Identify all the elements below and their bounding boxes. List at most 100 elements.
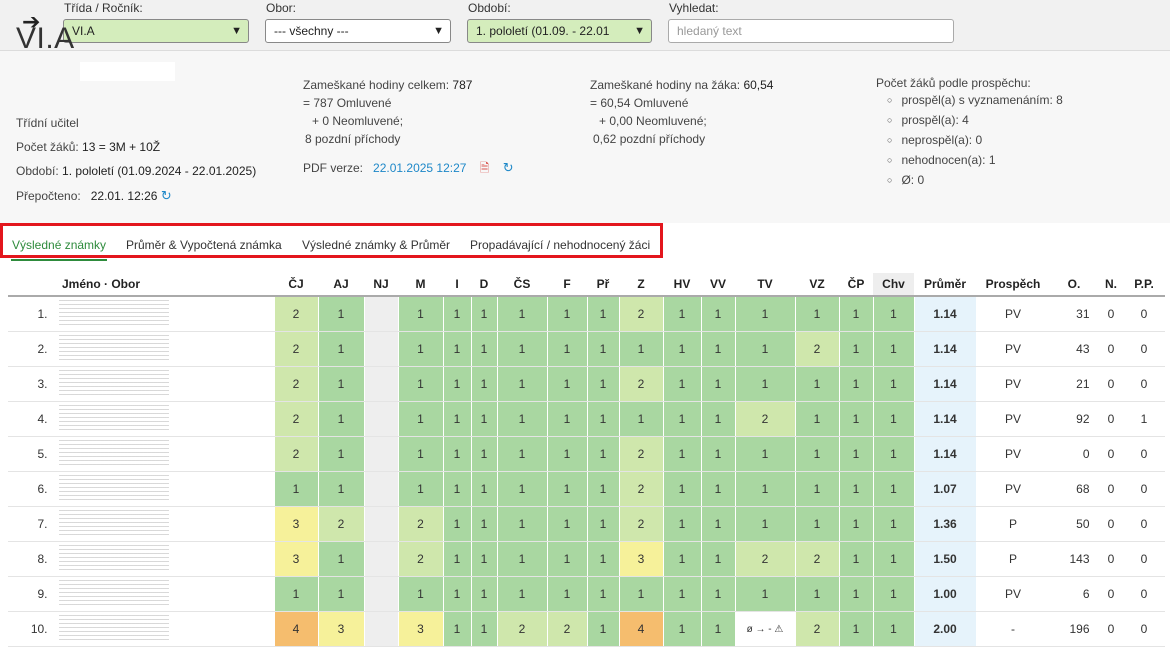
average-cell: 1.36 [914,506,977,542]
col-header-name[interactable]: Jméno · Obor [56,273,274,297]
table-row[interactable]: 4. 2 1 1 1 1 1 1 1 1 1 1 2 1 1 1 1.14 PV 92 0 1 [8,401,1165,437]
average-cell: 1.14 [914,331,977,367]
col-header-extra[interactable]: O. [1050,273,1098,297]
grade-cell: 1 [873,331,915,367]
col-header-subject[interactable]: Př [587,273,619,297]
col-header-extra[interactable]: Prospěch [976,273,1050,297]
grade-cell: 1 [547,471,588,507]
grade-cell: 1 [795,436,840,472]
grade-cell: 2 [795,611,840,647]
excused-hours-cell: 196 [1050,611,1099,647]
student-name-redacted [56,576,275,612]
period-select[interactable]: 1. pololetí (01.09. - 22.01 ▼ [467,19,652,43]
unexcused-hours-cell: 0 [1098,401,1125,437]
field-select[interactable]: --- všechny --- ▼ [265,19,451,43]
table-row[interactable]: 5. 2 1 1 1 1 1 1 1 2 1 1 1 1 1 1 1.14 PV 0 0 0 [8,436,1165,472]
table-row[interactable]: 10. 4 3 3 1 1 2 2 1 4 1 1 ø → - ⚠ 2 1 1 2.00-196 0 0 [8,611,1165,647]
grade-cell: 1 [873,576,915,612]
col-header-subject[interactable]: AJ [318,273,364,297]
grade-cell: 1 [398,401,444,437]
col-header-subject[interactable]: M [398,273,443,297]
late-arrivals-cell: 0 [1124,471,1165,507]
refresh-icon[interactable]: ↻ [161,188,172,203]
pdf-file-icon[interactable]: 🗎 [480,161,490,175]
late-arrivals-cell: 0 [1124,611,1165,647]
grade-cell: 3 [619,541,664,577]
col-header-subject[interactable]: Z [619,273,663,297]
grade-cell: 1 [398,296,444,332]
col-header-extra[interactable]: P.P. [1124,273,1164,297]
col-header-extra[interactable]: N. [1098,273,1124,297]
grade-cell: 1 [443,401,472,437]
table-row[interactable]: 8. 3 1 2 1 1 1 1 1 3 1 1 2 2 1 1 1.50 P 143 0 0 [8,541,1165,577]
grade-cell: 1 [839,436,874,472]
grade-cell: 2 [318,506,365,542]
grade-cell: 1 [701,331,736,367]
grade-cell: 1 [795,506,840,542]
col-header-subject[interactable]: HV [663,273,701,297]
col-header-subject[interactable]: I [443,273,471,297]
absence-per-student: Zameškané hodiny na žáka: 60,54 [590,78,774,92]
absence-total-late: 8 pozdní příchody [305,132,401,146]
table-row[interactable]: 6. 1 1 1 1 1 1 1 1 2 1 1 1 1 1 1 1.07 PV 68 0 0 [8,471,1165,507]
grade-cell: 1 [443,366,472,402]
table-row[interactable]: 3. 2 1 1 1 1 1 1 1 2 1 1 1 1 1 1 1.14 PV 21 0 0 [8,366,1165,402]
period-info: Období: 1. pololetí (01.09.2024 - 22.01.… [16,164,257,178]
table-row[interactable]: 9. 1 1 1 1 1 1 1 1 1 1 1 1 1 1 1 1.00 PV 6 0 0 [8,576,1165,612]
col-header-subject[interactable]: Chv [873,273,914,297]
table-header-row: Jméno · Obor ČJ AJ NJ M I D ČS F Př Z HV VV TV VZ ČP Ch… [8,273,1164,297]
grade-cell: 1 [735,471,796,507]
grade-cell: 1 [318,296,365,332]
grade-cell: 1 [443,471,472,507]
refresh-icon[interactable]: ↻ [503,160,514,175]
tab-final-grades[interactable]: Výsledné známky [12,238,106,252]
grade-cell: 1 [663,471,702,507]
table-row[interactable]: 1. 2 1 1 1 1 1 1 1 2 1 1 1 1 1 1 1.14 PV 31 0 0 [8,296,1165,332]
result-item: prospěl(a): 4 [887,113,968,127]
col-header-extra[interactable]: Průměr [914,273,976,297]
col-header-subject[interactable]: TV [735,273,795,297]
grade-cell: 1 [795,296,840,332]
pdf-version-link[interactable]: 22.01.2025 12:27 [373,161,466,175]
unexcused-hours-cell: 0 [1098,366,1125,402]
redacted-name-scribble [58,580,169,608]
teacher-name-redacted [80,62,175,81]
col-header-subject[interactable]: F [547,273,587,297]
grade-cell [364,296,399,332]
grade-cell: 4 [274,611,319,647]
table-row[interactable]: 7. 3 2 2 1 1 1 1 1 2 1 1 1 1 1 1 1.36 P 50 0 0 [8,506,1165,542]
table-body: 1. 2 1 1 1 1 1 1 1 2 1 1 1 1 1 1 1.14 PV 31 0 0 2. 2 1 1 1 1 1 1 1 1 1 1… [8,296,1165,647]
late-arrivals-cell: 0 [1124,366,1165,402]
tab-average-computed-grade[interactable]: Průměr & Vypočtená známka [126,238,282,252]
col-header-subject[interactable]: ČP [839,273,873,297]
col-header-subject[interactable]: VV [701,273,735,297]
grade-cell: 1 [839,541,874,577]
tab-final-grades-average[interactable]: Výsledné známky & Průměr [302,238,450,252]
grade-cell: 3 [318,611,365,647]
tab-failing-unrated[interactable]: Propadávající / nehodnocený žáci [470,238,650,252]
col-header-subject[interactable]: ČS [497,273,547,297]
grade-cell: 1 [587,366,620,402]
grade-cell: 1 [318,366,365,402]
grade-cell: 1 [587,611,620,647]
col-header-subject[interactable]: ČJ [274,273,318,297]
grade-cell: 2 [398,506,444,542]
student-name-redacted [56,401,275,437]
grade-cell: 2 [274,331,319,367]
grade-cell: 1 [701,611,736,647]
grade-cell: 1 [873,436,915,472]
grade-cell [364,611,399,647]
col-header-number [8,273,56,297]
search-input[interactable]: hledaný text [668,19,954,43]
col-header-subject[interactable]: NJ [364,273,398,297]
grade-cell: 1 [839,576,874,612]
grade-cell: 1 [735,576,796,612]
result-cell: PV [976,576,1051,612]
table-row[interactable]: 2. 2 1 1 1 1 1 1 1 1 1 1 1 2 1 1 1.14 PV 43 0 0 [8,331,1165,367]
col-header-subject[interactable]: D [471,273,497,297]
col-header-subject[interactable]: VZ [795,273,839,297]
grade-cell: 1 [497,296,548,332]
class-select[interactable]: VI.A ▼ [63,19,249,43]
unexcused-hours-cell: 0 [1098,471,1125,507]
grade-cell: 1 [497,436,548,472]
